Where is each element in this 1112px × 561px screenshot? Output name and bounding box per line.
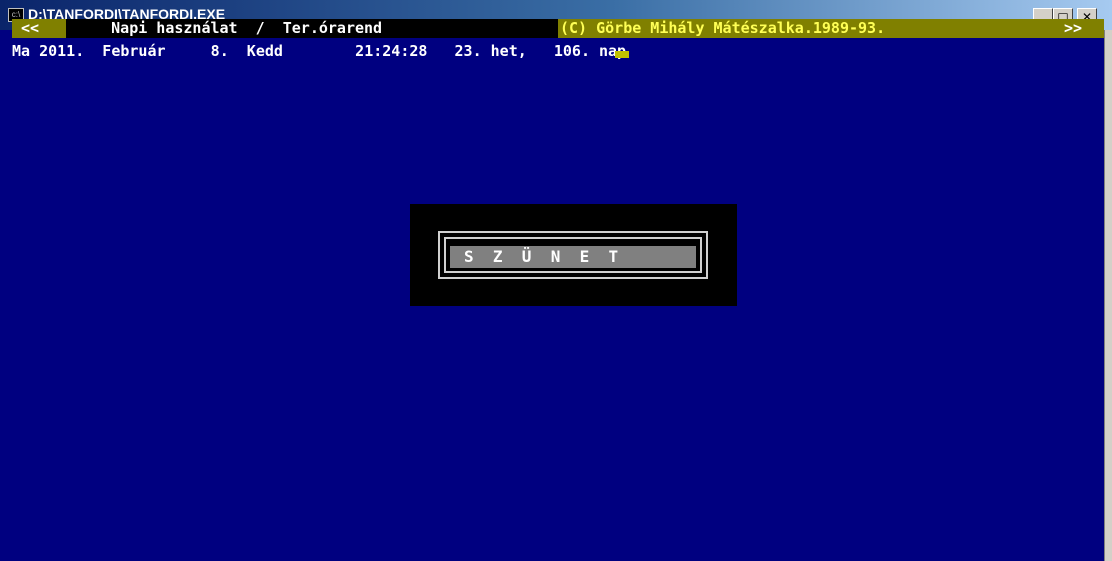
menu-next-arrows[interactable]: >> bbox=[1064, 19, 1082, 38]
menu-title[interactable]: Napi használat / Ter.órarend bbox=[66, 19, 558, 38]
text-cursor bbox=[615, 51, 629, 58]
break-label: S Z Ü N E T bbox=[450, 246, 696, 268]
date-status-line: Ma 2011. Február 8. Kedd 21:24:28 23. he… bbox=[12, 42, 627, 60]
menu-prev-arrows[interactable]: << bbox=[12, 19, 66, 38]
break-dialog: S Z Ü N E T bbox=[410, 204, 737, 306]
window-right-edge bbox=[1104, 30, 1112, 561]
menu-bar: << Napi használat / Ter.órarend (C) Görb… bbox=[12, 19, 1104, 38]
copyright-text: (C) Görbe Mihály Mátészalka.1989-93. bbox=[560, 19, 1100, 38]
console-window: c:\ D:\TANFORDI\TANFORDI.EXE _ □ ✕ << Na… bbox=[0, 0, 1112, 561]
